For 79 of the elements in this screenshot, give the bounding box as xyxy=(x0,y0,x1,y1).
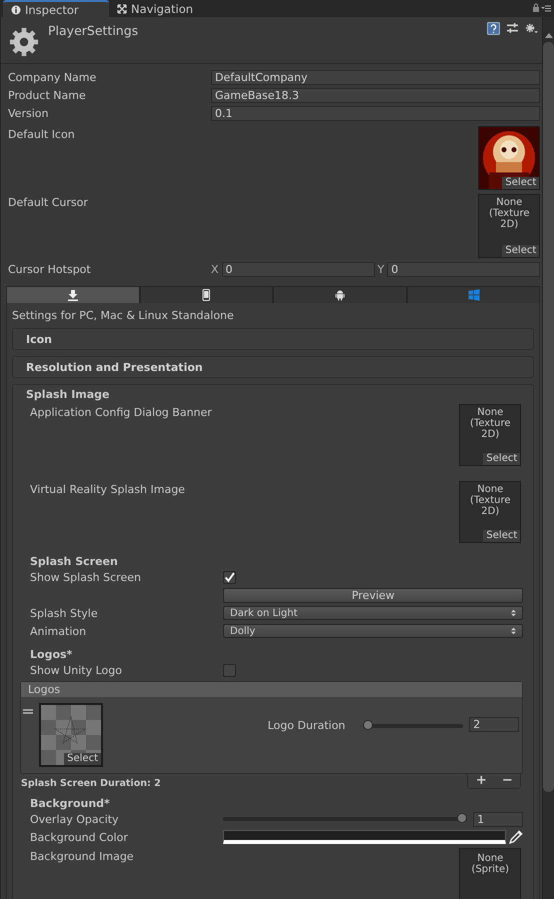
add-button[interactable]: + xyxy=(468,774,494,788)
lock-menu-icon[interactable] xyxy=(532,3,552,13)
slot-value: None (Sprite) xyxy=(470,853,510,875)
group-title: Logos* xyxy=(29,648,74,661)
field-label: Product Name xyxy=(7,88,87,102)
help-icon[interactable] xyxy=(487,22,500,35)
scrollbar-thumb[interactable] xyxy=(543,42,554,792)
field-label: Show Unity Logo xyxy=(29,664,123,676)
select-button[interactable]: Select xyxy=(483,530,520,542)
color-swatch[interactable] xyxy=(223,830,506,844)
field-label: Animation xyxy=(29,624,88,638)
field-label: Overlay Opacity xyxy=(29,812,120,826)
eyedropper-icon[interactable] xyxy=(509,830,524,844)
download-icon xyxy=(66,289,79,301)
platform-title: Settings for PC, Mac & Linux Standalone xyxy=(12,309,235,322)
field-label: Company Name xyxy=(7,70,98,84)
updown-arrow-icon xyxy=(511,609,516,617)
component-title: PlayerSettings xyxy=(48,23,138,38)
robot-icon xyxy=(334,289,346,301)
presets-icon[interactable] xyxy=(506,22,520,35)
slot-value: None (Texture 2D) xyxy=(488,197,531,230)
field-label: Version xyxy=(7,106,50,120)
number-field[interactable]: 1 xyxy=(473,812,524,826)
select-button[interactable]: Select xyxy=(502,245,540,257)
number-field[interactable]: 2 xyxy=(469,717,520,732)
section-header[interactable]: Resolution and Presentation xyxy=(12,356,534,378)
gear-icon xyxy=(9,27,39,57)
texture-slot[interactable]: None (Texture 2D) Select xyxy=(459,481,522,543)
section-header[interactable]: Icon xyxy=(12,328,534,350)
text-field[interactable]: DefaultCompany xyxy=(211,70,540,84)
field-label: Virtual Reality Splash Image xyxy=(29,482,186,496)
field-label: Default Cursor xyxy=(7,195,89,209)
group-title: Splash Screen xyxy=(29,555,119,568)
cross-arrows-icon xyxy=(117,4,127,14)
axis-label: Y xyxy=(378,262,384,276)
platform-tab[interactable] xyxy=(140,286,274,303)
field-label: Cursor Hotspot xyxy=(7,262,92,276)
field-label: Default Icon xyxy=(7,127,76,141)
slider-thumb[interactable] xyxy=(363,720,374,730)
select-button[interactable]: Select xyxy=(64,753,101,765)
number-field[interactable]: 0 xyxy=(222,262,375,276)
field-label: Show Splash Screen xyxy=(29,570,142,584)
field-label: Logo Duration xyxy=(268,719,346,732)
list-title: Logos xyxy=(28,683,60,696)
settings-icon[interactable] xyxy=(525,22,538,35)
section-title: Splash Image xyxy=(26,388,111,401)
phone-icon xyxy=(200,289,212,301)
group-title: Background* xyxy=(29,797,111,810)
slot-value: None (Texture 2D) xyxy=(469,484,512,517)
text-field[interactable]: GameBase18.3 xyxy=(211,88,540,102)
remove-button[interactable]: − xyxy=(494,774,520,788)
checkbox[interactable] xyxy=(223,570,236,584)
field-label: Splash Style xyxy=(29,606,99,620)
texture-slot[interactable]: None (Texture 2D) Select xyxy=(459,404,522,466)
slider-thumb[interactable] xyxy=(457,813,468,823)
field-label: Background Image xyxy=(29,849,135,863)
slot-value: None (Texture 2D) xyxy=(469,407,512,440)
texture-slot[interactable]: None (Texture 2D) Select xyxy=(478,194,540,258)
number-field[interactable]: 0 xyxy=(387,262,540,276)
platform-tab[interactable] xyxy=(273,286,407,303)
dropdown[interactable]: Dark on Light xyxy=(223,606,524,620)
preview-button[interactable]: Preview xyxy=(223,588,524,602)
panel-tab[interactable]: Inspector xyxy=(3,0,109,17)
text-field[interactable]: 0.1 xyxy=(211,106,540,120)
select-button[interactable]: Select xyxy=(502,177,540,189)
dropdown[interactable]: Dolly xyxy=(223,624,524,638)
platform-tab[interactable] xyxy=(6,286,140,303)
select-button[interactable]: Select xyxy=(483,453,520,465)
windows-icon xyxy=(468,289,480,301)
field-label: Background Color xyxy=(29,830,129,844)
checkbox[interactable] xyxy=(223,664,236,677)
field-label: Application Config Dialog Banner xyxy=(29,405,213,419)
updown-arrow-icon xyxy=(511,627,516,635)
axis-label: X xyxy=(211,262,219,276)
info-icon xyxy=(11,4,21,14)
duration-text: Splash Screen Duration: 2 xyxy=(21,778,161,789)
sprite-slot[interactable]: None (Sprite) xyxy=(459,848,522,899)
drag-handle-icon[interactable] xyxy=(23,709,33,715)
scroll-up-icon[interactable] xyxy=(544,32,553,38)
